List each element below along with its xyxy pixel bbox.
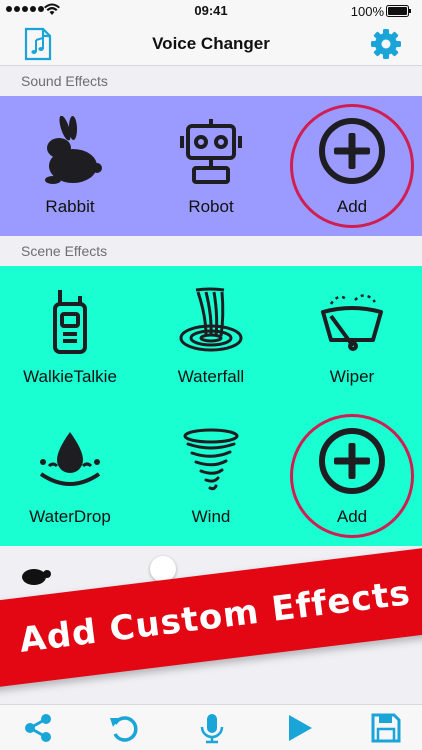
effect-waterfall[interactable]: Waterfall xyxy=(141,266,281,406)
effect-wiper[interactable]: Wiper xyxy=(282,266,422,406)
effect-label: Add xyxy=(336,507,368,526)
effect-label: Add xyxy=(336,197,368,216)
wiper-icon xyxy=(321,294,383,351)
effect-wind[interactable]: Wind xyxy=(141,406,281,546)
effect-add-scene[interactable]: Add xyxy=(282,406,422,546)
gear-icon[interactable] xyxy=(370,28,402,60)
section-title: Scene Effects xyxy=(21,243,108,259)
scene-effects-grid: WalkieTalkie Waterfall Wiper WaterDrop W… xyxy=(0,266,422,546)
effect-label: Rabbit xyxy=(45,197,95,216)
share-icon xyxy=(25,714,51,742)
walkie-talkie-icon xyxy=(53,290,87,354)
waterfall-icon xyxy=(179,287,243,352)
page-title: Voice Changer xyxy=(152,34,270,53)
microphone-icon xyxy=(200,714,224,744)
rabbit-icon xyxy=(45,116,102,184)
play-icon xyxy=(289,715,312,741)
battery-percent: 100% xyxy=(350,4,384,19)
robot-icon xyxy=(180,119,242,184)
battery-icon xyxy=(386,5,411,17)
status-bar: 09:41 100% xyxy=(0,0,422,22)
effect-add-sound[interactable]: Add xyxy=(282,96,422,236)
section-title: Sound Effects xyxy=(21,73,108,89)
undo-button[interactable] xyxy=(108,712,140,744)
save-icon xyxy=(371,713,401,743)
effect-rabbit[interactable]: Rabbit xyxy=(0,96,140,236)
share-button[interactable] xyxy=(22,712,54,744)
effect-label: Waterfall xyxy=(177,367,245,386)
water-drop-icon xyxy=(39,432,101,486)
section-header-scene: Scene Effects xyxy=(0,236,422,266)
effect-label: WalkieTalkie xyxy=(23,367,117,386)
add-circle-icon xyxy=(319,118,385,184)
effect-walkie-talkie[interactable]: WalkieTalkie xyxy=(0,266,140,406)
play-button[interactable] xyxy=(284,712,316,744)
add-circle-icon xyxy=(319,428,385,494)
effect-robot[interactable]: Robot xyxy=(141,96,281,236)
effect-water-drop[interactable]: WaterDrop xyxy=(0,406,140,546)
undo-icon xyxy=(110,716,138,742)
effect-label: WaterDrop xyxy=(29,507,111,526)
sound-effects-grid: Rabbit Robot Add xyxy=(0,96,422,236)
effect-label: Wind xyxy=(191,507,231,526)
effect-label: Robot xyxy=(188,197,234,216)
navigation-bar: Voice Changer xyxy=(0,22,422,66)
bottom-toolbar xyxy=(0,704,422,750)
section-header-sound: Sound Effects xyxy=(0,66,422,96)
tornado-icon xyxy=(183,428,239,491)
record-button[interactable] xyxy=(196,712,228,744)
save-button[interactable] xyxy=(370,712,402,744)
effect-label: Wiper xyxy=(329,367,375,386)
turtle-icon xyxy=(22,569,51,585)
